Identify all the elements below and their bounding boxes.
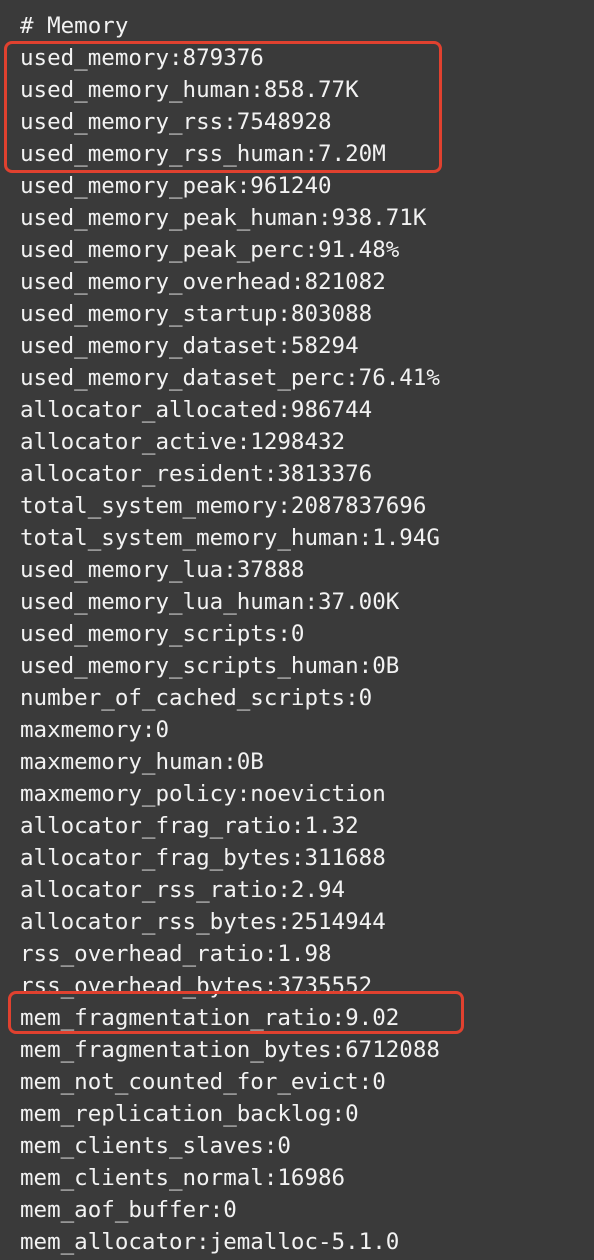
- info-line-used-memory-startup: used_memory_startup:803088: [20, 301, 373, 327]
- info-line-number-of-cached-scripts: number_of_cached_scripts:0: [20, 685, 373, 711]
- info-line-used-memory-lua-human: used_memory_lua_human:37.00K: [20, 589, 400, 615]
- info-line-used-memory-lua: used_memory_lua:37888: [20, 557, 305, 583]
- info-line-mem-not-counted-for-evict: mem_not_counted_for_evict:0: [20, 1069, 386, 1095]
- info-line-used-memory-overhead: used_memory_overhead:821082: [20, 269, 386, 295]
- info-line-used-memory-peak-human: used_memory_peak_human:938.71K: [20, 205, 427, 231]
- info-line-mem-clients-slaves: mem_clients_slaves:0: [20, 1133, 291, 1159]
- info-line-total-system-memory-human: total_system_memory_human:1.94G: [20, 525, 440, 551]
- info-line-used-memory-scripts: used_memory_scripts:0: [20, 621, 305, 647]
- info-line-allocator-frag-bytes: allocator_frag_bytes:311688: [20, 845, 386, 871]
- info-line-used-memory-rss-human: used_memory_rss_human:7.20M: [20, 141, 386, 167]
- info-line-rss-overhead-bytes: rss_overhead_bytes:3735552: [20, 973, 373, 999]
- info-line-allocator-rss-ratio: allocator_rss_ratio:2.94: [20, 877, 346, 903]
- info-line-used-memory: used_memory:879376: [20, 45, 264, 71]
- info-line-used-memory-peak: used_memory_peak:961240: [20, 173, 332, 199]
- info-line-mem-fragmentation-ratio: mem_fragmentation_ratio:9.02: [20, 1005, 400, 1031]
- info-line-used-memory-scripts-human: used_memory_scripts_human:0B: [20, 653, 400, 679]
- info-line-used-memory-dataset: used_memory_dataset:58294: [20, 333, 359, 359]
- info-line-used-memory-rss: used_memory_rss:7548928: [20, 109, 332, 135]
- info-line-allocator-frag-ratio: allocator_frag_ratio:1.32: [20, 813, 359, 839]
- info-line-allocator-rss-bytes: allocator_rss_bytes:2514944: [20, 909, 386, 935]
- info-line-maxmemory: maxmemory:0: [20, 717, 170, 743]
- info-line-used-memory-dataset-perc: used_memory_dataset_perc:76.41%: [20, 365, 440, 391]
- terminal-output: # Memory used_memory:879376 used_memory_…: [0, 0, 594, 1260]
- info-line-mem-replication-backlog: mem_replication_backlog:0: [20, 1101, 359, 1127]
- info-line-rss-overhead-ratio: rss_overhead_ratio:1.98: [20, 941, 332, 967]
- info-line-maxmemory-human: maxmemory_human:0B: [20, 749, 264, 775]
- info-line-mem-clients-normal: mem_clients_normal:16986: [20, 1165, 346, 1191]
- info-line-allocator-allocated: allocator_allocated:986744: [20, 397, 373, 423]
- info-line-mem-allocator: mem_allocator:jemalloc-5.1.0: [20, 1229, 400, 1255]
- info-line-used-memory-peak-perc: used_memory_peak_perc:91.48%: [20, 237, 400, 263]
- info-line-allocator-active: allocator_active:1298432: [20, 429, 346, 455]
- info-line-mem-aof-buffer: mem_aof_buffer:0: [20, 1197, 237, 1223]
- info-line-allocator-resident: allocator_resident:3813376: [20, 461, 373, 487]
- info-line-mem-fragmentation-bytes: mem_fragmentation_bytes:6712088: [20, 1037, 440, 1063]
- info-line-total-system-memory: total_system_memory:2087837696: [20, 493, 427, 519]
- info-line-used-memory-human: used_memory_human:858.77K: [20, 77, 359, 103]
- section-header: # Memory: [20, 13, 129, 39]
- info-line-maxmemory-policy: maxmemory_policy:noeviction: [20, 781, 386, 807]
